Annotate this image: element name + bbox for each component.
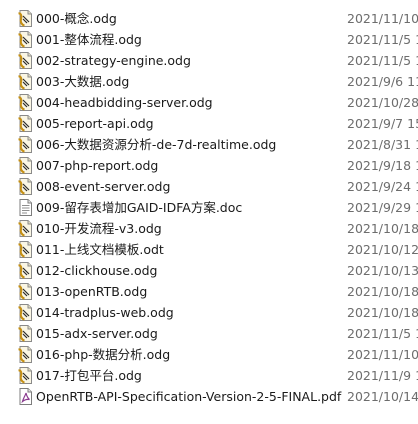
file-modified-date: 2021/10/28 — [347, 95, 418, 110]
odg-document-icon — [18, 136, 33, 153]
file-name[interactable]: 005-report-api.odg — [36, 116, 154, 131]
file-modified-date: 2021/10/12 — [347, 242, 418, 257]
odg-document-icon — [18, 325, 33, 342]
file-row[interactable]: 014-tradplus-web.odg 2021/10/18 — [0, 302, 418, 323]
file-modified-date: 2021/9/29 1 — [347, 200, 418, 215]
file-name[interactable]: 009-留存表增加GAID-IDFA方案.doc — [36, 200, 242, 215]
file-name[interactable]: 016-php-数据分析.odg — [36, 347, 170, 362]
file-name[interactable]: 013-openRTB.odg — [36, 284, 147, 299]
file-modified-date: 2021/9/7 15 — [347, 116, 418, 131]
file-modified-date: 2021/10/18 — [347, 221, 418, 236]
odg-document-icon — [18, 31, 33, 48]
file-row[interactable]: 000-概念.odg 2021/11/10 — [0, 8, 418, 29]
file-row[interactable]: 006-大数据资源分析-de-7d-realtime.odg 2021/8/31 … — [0, 134, 418, 155]
odg-document-icon — [18, 304, 33, 321]
file-name[interactable]: 010-开发流程-v3.odg — [36, 221, 162, 236]
file-name[interactable]: 002-strategy-engine.odg — [36, 53, 191, 68]
file-row[interactable]: OpenRTB-API-Specification-Version-2-5-FI… — [0, 386, 418, 407]
odg-document-icon — [18, 346, 33, 363]
file-row[interactable]: 011-上线文档模板.odt 2021/10/12 — [0, 239, 418, 260]
file-modified-date: 2021/9/6 11 — [347, 74, 418, 89]
file-modified-date: 2021/11/5 1 — [347, 53, 418, 68]
file-modified-date: 2021/9/18 1 — [347, 158, 418, 173]
file-modified-date: 2021/11/5 1 — [347, 32, 418, 47]
file-name[interactable]: 008-event-server.odg — [36, 179, 170, 194]
file-modified-date: 2021/11/5 1 — [347, 326, 418, 341]
file-name[interactable]: 012-clickhouse.odg — [36, 263, 157, 278]
file-modified-date: 2021/10/14 — [347, 389, 418, 404]
odg-document-icon — [18, 178, 33, 195]
file-list: 000-概念.odg 2021/11/10 001-整体流程.odg 2021/11/… — [0, 8, 418, 407]
file-name[interactable]: OpenRTB-API-Specification-Version-2-5-FI… — [36, 389, 341, 404]
file-row[interactable]: 004-headbidding-server.odg 2021/10/28 — [0, 92, 418, 113]
odg-document-icon — [18, 262, 33, 279]
odt-document-icon — [18, 241, 33, 258]
file-modified-date: 2021/10/18 — [347, 284, 418, 299]
file-modified-date: 2021/10/18 — [347, 305, 418, 320]
file-row[interactable]: 009-留存表增加GAID-IDFA方案.doc 2021/9/29 1 — [0, 197, 418, 218]
file-row[interactable]: 007-php-report.odg 2021/9/18 1 — [0, 155, 418, 176]
odg-document-icon — [18, 220, 33, 237]
odg-document-icon — [18, 157, 33, 174]
pdf-document-icon — [18, 388, 33, 405]
file-row[interactable]: 005-report-api.odg 2021/9/7 15 — [0, 113, 418, 134]
file-name[interactable]: 007-php-report.odg — [36, 158, 158, 173]
file-row[interactable]: 013-openRTB.odg 2021/10/18 — [0, 281, 418, 302]
file-row[interactable]: 017-打包平台.odg 2021/11/9 1 — [0, 365, 418, 386]
file-row[interactable]: 001-整体流程.odg 2021/11/5 1 — [0, 29, 418, 50]
file-row[interactable]: 012-clickhouse.odg 2021/10/13 — [0, 260, 418, 281]
file-modified-date: 2021/11/10 — [347, 11, 418, 26]
odg-document-icon — [18, 115, 33, 132]
file-name[interactable]: 006-大数据资源分析-de-7d-realtime.odg — [36, 137, 276, 152]
file-row[interactable]: 010-开发流程-v3.odg 2021/10/18 — [0, 218, 418, 239]
file-name[interactable]: 017-打包平台.odg — [36, 368, 142, 383]
file-name[interactable]: 014-tradplus-web.odg — [36, 305, 174, 320]
odg-document-icon — [18, 367, 33, 384]
odg-document-icon — [18, 94, 33, 111]
file-row[interactable]: 016-php-数据分析.odg 2021/11/10 — [0, 344, 418, 365]
file-row[interactable]: 008-event-server.odg 2021/9/24 1 — [0, 176, 418, 197]
file-name[interactable]: 015-adx-server.odg — [36, 326, 158, 341]
doc-document-icon — [18, 199, 33, 216]
file-modified-date: 2021/9/24 1 — [347, 179, 418, 194]
file-row[interactable]: 002-strategy-engine.odg 2021/11/5 1 — [0, 50, 418, 71]
file-modified-date: 2021/11/9 1 — [347, 368, 418, 383]
odg-document-icon — [18, 52, 33, 69]
file-name[interactable]: 011-上线文档模板.odt — [36, 242, 164, 257]
odg-document-icon — [18, 10, 33, 27]
file-name[interactable]: 001-整体流程.odg — [36, 32, 142, 47]
file-modified-date: 2021/8/31 1 — [347, 137, 418, 152]
odg-document-icon — [18, 283, 33, 300]
odg-document-icon — [18, 73, 33, 90]
file-name[interactable]: 003-大数据.odg — [36, 74, 129, 89]
file-modified-date: 2021/11/10 — [347, 347, 418, 362]
file-modified-date: 2021/10/13 — [347, 263, 418, 278]
file-row[interactable]: 003-大数据.odg 2021/9/6 11 — [0, 71, 418, 92]
file-name[interactable]: 000-概念.odg — [36, 11, 117, 26]
file-row[interactable]: 015-adx-server.odg 2021/11/5 1 — [0, 323, 418, 344]
file-name[interactable]: 004-headbidding-server.odg — [36, 95, 213, 110]
